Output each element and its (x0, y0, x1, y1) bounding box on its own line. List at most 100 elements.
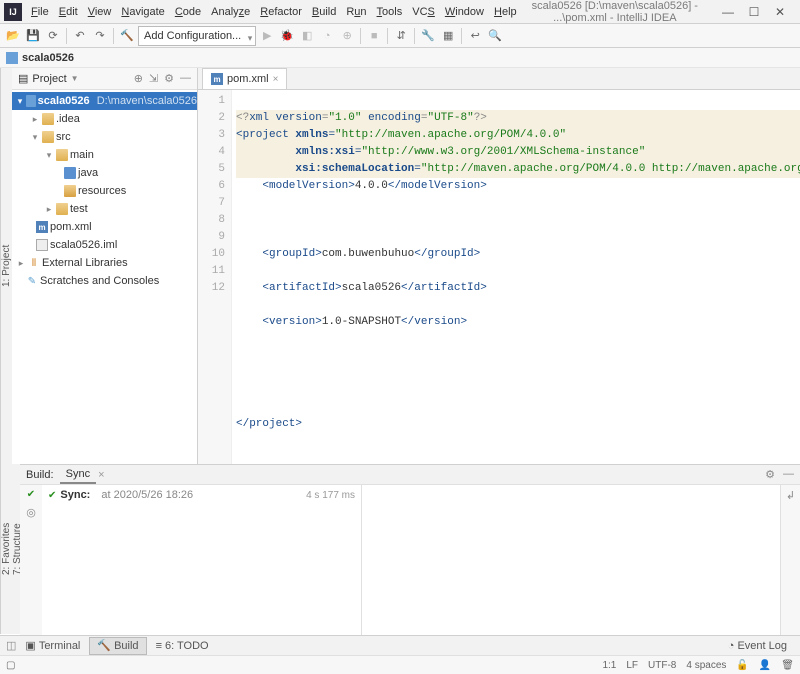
project-tool-window: ▤ Project ▼ ⊕ ⇲ ⚙ — ▾ scala0526 D:\maven… (12, 68, 198, 464)
build-tab-sync[interactable]: Sync (60, 466, 96, 484)
tree-idea[interactable]: ▸.idea (12, 110, 197, 128)
refresh-icon[interactable]: ⟳ (44, 27, 62, 45)
status-square-icon[interactable]: ▢ (6, 660, 15, 671)
search-icon[interactable]: 🔍 (486, 27, 504, 45)
soft-wrap-icon[interactable]: ↲ (786, 489, 795, 502)
stop-icon[interactable]: ■ (365, 27, 383, 45)
left-tool-strip[interactable]: 1: Project (0, 68, 12, 464)
build-tree[interactable]: ✔ Sync: at 2020/5/26 18:26 4 s 177 ms (42, 485, 362, 635)
target-icon[interactable]: ◎ (26, 506, 36, 519)
tab-terminal[interactable]: ▣Terminal (18, 637, 87, 655)
maximize-button[interactable]: ☐ (746, 5, 762, 19)
build-gear-icon[interactable]: ⚙ (765, 468, 775, 481)
tree-resources[interactable]: resources (12, 182, 197, 200)
tab-pom[interactable]: m pom.xml × (202, 68, 287, 89)
redo-icon[interactable]: ↷ (91, 27, 109, 45)
build-tab-close-icon[interactable]: × (98, 469, 104, 481)
menu-file[interactable]: File (26, 6, 54, 18)
favorites-tool-button[interactable]: 2: Favorites (1, 523, 12, 575)
window-title: scala0526 [D:\maven\scala0526] - ...\pom… (522, 0, 708, 24)
tree-main[interactable]: ▾main (12, 146, 197, 164)
project-panel-title[interactable]: Project (32, 73, 66, 85)
structure-icon[interactable]: ▦ (439, 27, 457, 45)
vcs-icon[interactable]: ⇵ (392, 27, 410, 45)
gear-icon[interactable]: ⚙ (164, 72, 174, 85)
save-icon[interactable]: 💾 (24, 27, 42, 45)
build-header-label: Build: (26, 469, 54, 481)
menu-refactor[interactable]: Refactor (255, 6, 307, 18)
project-tree[interactable]: ▾ scala0526 D:\maven\scala0526 ▸.idea ▾s… (12, 90, 197, 464)
bottom-tool-tabs: ◫ ▣Terminal 🔨Build ≡6: TODO ◔Event Log (0, 635, 800, 655)
status-lock-icon[interactable]: 🔓 (736, 660, 748, 671)
title-bar: IJ File Edit View Navigate Code Analyze … (0, 0, 800, 24)
tree-src[interactable]: ▾src (12, 128, 197, 146)
menu-code[interactable]: Code (170, 6, 206, 18)
code-content[interactable]: <?xml version="1.0" encoding="UTF-8"?> <… (232, 90, 800, 464)
maven-icon: m (211, 73, 223, 85)
editor-area: m pom.xml × 123 456 789 101112 <?xml ver… (198, 68, 800, 464)
tree-root-path: D:\maven\scala0526 (97, 95, 197, 107)
back-icon[interactable]: ↩ (466, 27, 484, 45)
menu-edit[interactable]: Edit (54, 6, 83, 18)
run-config-combo[interactable]: Add Configuration... (138, 26, 256, 46)
target-icon[interactable]: ⊕ (134, 72, 143, 85)
menu-tools[interactable]: Tools (372, 6, 408, 18)
profile-icon[interactable]: ◔ (318, 27, 336, 45)
tree-external-libs[interactable]: ▸⫴External Libraries (12, 254, 197, 272)
status-people-icon[interactable]: 👤 (759, 660, 771, 671)
tree-iml[interactable]: scala0526.iml (12, 236, 197, 254)
build-right-gutter: ↲ (780, 485, 800, 635)
build-sync-node[interactable]: ✔ Sync: at 2020/5/26 18:26 4 s 177 ms (48, 489, 355, 501)
tab-label: pom.xml (227, 73, 269, 85)
build-hide-icon[interactable]: — (783, 468, 794, 481)
menu-help[interactable]: Help (489, 6, 522, 18)
breadcrumb-root-icon (6, 52, 18, 64)
open-icon[interactable]: 📂 (4, 27, 22, 45)
left-tool-strip-bottom[interactable]: 2: Favorites 7: Structure (0, 464, 20, 634)
status-indent[interactable]: 4 spaces (686, 660, 726, 671)
tree-scratches[interactable]: ✎Scratches and Consoles (12, 272, 197, 290)
tab-todo[interactable]: ≡6: TODO (149, 637, 216, 655)
build-icon[interactable]: 🔨 (118, 27, 136, 45)
build-left-gutter: ✔ ◎ (20, 485, 42, 635)
tree-pom[interactable]: mpom.xml (12, 218, 197, 236)
collapse-icon[interactable]: ⇲ (149, 72, 158, 85)
tree-root[interactable]: ▾ scala0526 D:\maven\scala0526 (12, 92, 197, 110)
minimize-button[interactable]: — (720, 5, 736, 19)
tree-test[interactable]: ▸test (12, 200, 197, 218)
tree-java[interactable]: java (12, 164, 197, 182)
code-editor[interactable]: 123 456 789 101112 <?xml version="1.0" e… (198, 90, 800, 464)
structure-tool-button[interactable]: 1: Project (1, 245, 12, 287)
tool-window-icon[interactable]: ◫ (6, 639, 16, 652)
wrench-icon[interactable]: 🔧 (419, 27, 437, 45)
dropdown-icon[interactable]: ▼ (71, 74, 79, 83)
menu-window[interactable]: Window (440, 6, 489, 18)
status-cursor-pos[interactable]: 1:1 (602, 660, 616, 671)
menu-vcs[interactable]: VCS (407, 6, 440, 18)
menu-navigate[interactable]: Navigate (116, 6, 169, 18)
breadcrumb-root[interactable]: scala0526 (22, 52, 74, 64)
run-icon[interactable]: ▶ (258, 27, 276, 45)
coverage-icon[interactable]: ◧ (298, 27, 316, 45)
menu-build[interactable]: Build (307, 6, 341, 18)
success-icon: ✔ (27, 489, 35, 500)
menu-view[interactable]: View (83, 6, 117, 18)
debug-icon[interactable]: 🐞 (278, 27, 296, 45)
menu-analyze[interactable]: Analyze (206, 6, 255, 18)
menu-run[interactable]: Run (341, 6, 371, 18)
status-encoding[interactable]: UTF-8 (648, 660, 676, 671)
tab-event-log[interactable]: ◔Event Log (721, 637, 794, 655)
tab-build[interactable]: 🔨Build (89, 637, 146, 655)
undo-icon[interactable]: ↶ (71, 27, 89, 45)
status-line-ending[interactable]: LF (626, 660, 638, 671)
app-logo: IJ (4, 3, 22, 21)
close-button[interactable]: ✕ (772, 5, 788, 19)
build-output[interactable] (362, 485, 780, 635)
status-trash-icon[interactable]: 🗑 (781, 660, 794, 671)
hide-icon[interactable]: — (180, 72, 191, 85)
structure-tool-button[interactable]: 7: Structure (12, 523, 23, 575)
attach-icon[interactable]: ⊕ (338, 27, 356, 45)
tab-close-icon[interactable]: × (273, 74, 279, 85)
project-panel-icon: ▤ (18, 72, 28, 85)
breadcrumb: scala0526 (0, 48, 800, 68)
